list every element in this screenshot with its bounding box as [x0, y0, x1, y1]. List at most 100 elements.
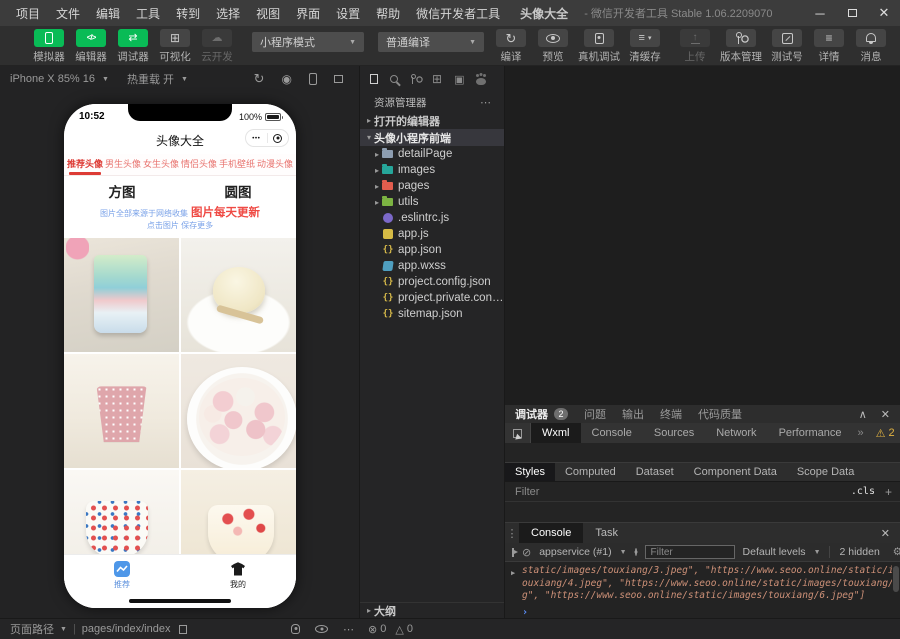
- gear-icon[interactable]: ⚙: [893, 546, 900, 558]
- git-icon[interactable]: [410, 73, 420, 85]
- refresh-icon[interactable]: ↻: [254, 71, 265, 87]
- menu-item[interactable]: 界面: [288, 5, 328, 22]
- rotate-device-icon[interactable]: [309, 73, 317, 85]
- compile-button[interactable]: ↻ 编译: [494, 29, 528, 64]
- close-button[interactable]: ✕: [868, 0, 900, 26]
- console-filter-input[interactable]: [644, 545, 735, 559]
- styles-tab[interactable]: Dataset: [626, 463, 684, 481]
- levels-select[interactable]: Default levels: [743, 546, 806, 558]
- styles-tab[interactable]: Computed: [555, 463, 626, 481]
- device-debug-button[interactable]: 真机调试: [578, 29, 620, 64]
- tree-item[interactable]: .eslintrc.js: [360, 210, 504, 226]
- menu-item[interactable]: 项目: [8, 5, 48, 22]
- devtools-tab-sources[interactable]: Sources: [643, 423, 705, 443]
- tree-item[interactable]: ▸ images: [360, 162, 504, 178]
- tangyuan-bowl-photo[interactable]: [181, 354, 296, 468]
- files-icon[interactable]: [370, 71, 383, 84]
- maximize-button[interactable]: [836, 0, 868, 26]
- copy-icon[interactable]: [179, 622, 193, 634]
- expand-arrow-icon[interactable]: ▶: [511, 567, 515, 580]
- tree-item[interactable]: ▸ utils: [360, 194, 504, 210]
- hearts-cup-photo[interactable]: [64, 470, 179, 554]
- menu-item[interactable]: 帮助: [368, 5, 408, 22]
- strawberry-cup-photo[interactable]: [181, 470, 296, 554]
- message-button[interactable]: 消息: [854, 29, 888, 64]
- paw-icon[interactable]: [476, 74, 487, 85]
- menu-item[interactable]: 转到: [168, 5, 208, 22]
- tree-item[interactable]: app.js: [360, 226, 504, 242]
- mode-select[interactable]: 小程序模式 ▼: [252, 32, 364, 52]
- compile-select[interactable]: 普通编译 ▼: [378, 32, 484, 52]
- project-root-folder[interactable]: ▾ 头像小程序前端: [360, 129, 504, 146]
- console-tab-console[interactable]: Console: [519, 523, 584, 543]
- test-button[interactable]: 测试号: [770, 29, 804, 64]
- collapse-icon[interactable]: ∧: [859, 408, 867, 421]
- drag-handle-icon[interactable]: ⋮: [505, 523, 519, 543]
- menu-item[interactable]: 编辑: [88, 5, 128, 22]
- tree-item[interactable]: {} sitemap.json: [360, 306, 504, 322]
- devtools-tab-performance[interactable]: Performance: [768, 423, 853, 443]
- category-tab[interactable]: 情侣头像: [180, 154, 218, 175]
- scrollbar-thumb[interactable]: [893, 566, 899, 592]
- more-menu-button[interactable]: •••: [246, 135, 267, 142]
- inspect-element-button[interactable]: [505, 423, 531, 443]
- shape-tab[interactable]: 圆图: [180, 181, 296, 201]
- device-select[interactable]: iPhone X 85% 16: [10, 73, 95, 85]
- eye-icon[interactable]: [315, 625, 328, 633]
- category-tab[interactable]: 动漫头像: [256, 154, 294, 175]
- menu-item[interactable]: 选择: [208, 5, 248, 22]
- more-actions-icon[interactable]: ⋯: [480, 96, 492, 109]
- floral-cup-photo[interactable]: [64, 354, 179, 468]
- hot-reload-toggle[interactable]: 热重载 开: [127, 71, 174, 87]
- close-icon[interactable]: ✕: [871, 523, 900, 543]
- tree-item[interactable]: {} project.config.json: [360, 274, 504, 290]
- tree-item[interactable]: {} app.json: [360, 242, 504, 258]
- styles-tab[interactable]: Scope Data: [787, 463, 864, 481]
- tree-item[interactable]: ▸ detailPage: [360, 146, 504, 162]
- details-button[interactable]: ≡ 详情: [812, 29, 846, 64]
- tree-item[interactable]: app.wxss: [360, 258, 504, 274]
- styles-filter-input[interactable]: [513, 484, 843, 499]
- panel-tab[interactable]: 问题: [584, 406, 606, 422]
- multi-window-icon[interactable]: [334, 72, 348, 83]
- add-style-icon[interactable]: +: [885, 485, 892, 499]
- problems-counter[interactable]: ⊗ 0 △ 0: [368, 623, 413, 636]
- close-icon[interactable]: ✕: [881, 408, 890, 421]
- menu-item[interactable]: 微信开发者工具: [408, 5, 508, 22]
- context-select[interactable]: appservice (#1): [539, 546, 611, 558]
- warning-badge[interactable]: ⚠ 2: [876, 427, 895, 440]
- minimize-button[interactable]: ─: [804, 0, 836, 26]
- menu-item[interactable]: 视图: [248, 5, 288, 22]
- outline-section[interactable]: ▸ 大纲: [360, 602, 504, 618]
- console-output[interactable]: ▶ static/images/touxiang/3.jpeg", "https…: [505, 562, 900, 618]
- tree-item[interactable]: {} project.private.config.js...: [360, 290, 504, 306]
- panel-tab[interactable]: 代码质量: [698, 406, 742, 422]
- cache-button[interactable]: ≡ ▾ 清缓存: [628, 29, 662, 64]
- tree-item[interactable]: ▸ pages: [360, 178, 504, 194]
- styles-tab[interactable]: Component Data: [684, 463, 787, 481]
- console-tab-task[interactable]: Task: [583, 523, 630, 543]
- extensions-icon[interactable]: ⊞: [432, 72, 442, 86]
- record-icon[interactable]: ◉: [282, 72, 292, 86]
- panel-tab[interactable]: 终端: [660, 406, 682, 422]
- category-tab[interactable]: 女生头像: [142, 154, 180, 175]
- more-icon[interactable]: ⋯: [343, 623, 354, 636]
- console-sidebar-icon[interactable]: [512, 547, 518, 557]
- page-path-label[interactable]: 页面路径: [10, 621, 54, 637]
- menu-item[interactable]: 工具: [128, 5, 168, 22]
- more-tabs-icon[interactable]: »: [858, 427, 864, 439]
- debugger-button[interactable]: ⇄ 调试器: [116, 29, 150, 64]
- version-button[interactable]: 版本管理: [720, 29, 762, 64]
- console-prompt[interactable]: ›: [522, 607, 892, 619]
- hidden-count[interactable]: 2 hidden: [828, 546, 880, 558]
- devtools-tab-network[interactable]: Network: [705, 423, 767, 443]
- rainbow-drink-photo[interactable]: [64, 238, 179, 352]
- debug-icon[interactable]: [291, 624, 300, 634]
- cls-button[interactable]: .cls: [851, 486, 875, 497]
- category-tab[interactable]: 手机壁纸: [218, 154, 256, 175]
- tab-mine[interactable]: 我的: [180, 555, 296, 594]
- clear-console-icon[interactable]: ⊘: [522, 546, 531, 559]
- panel-tab[interactable]: 输出: [622, 406, 644, 422]
- shape-tab[interactable]: 方图: [64, 181, 180, 201]
- search-icon[interactable]: [390, 75, 398, 83]
